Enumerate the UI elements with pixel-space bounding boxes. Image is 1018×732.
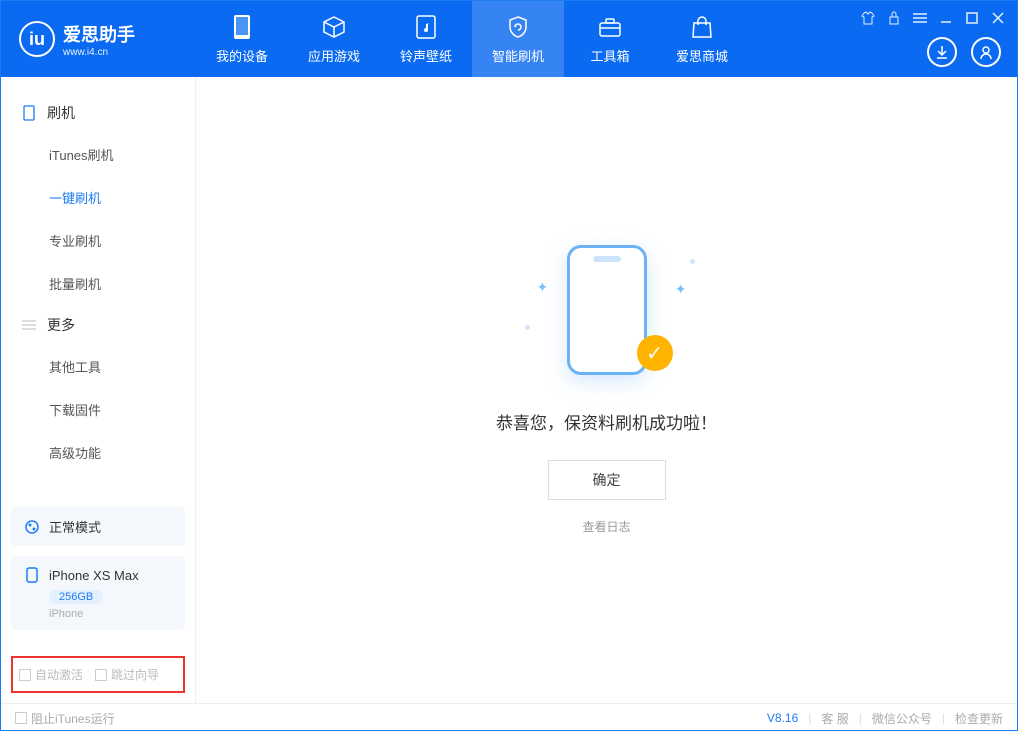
tab-toolbox[interactable]: 工具箱 [564,1,656,77]
cube-icon [321,14,347,40]
sidebar-item-batch-flash[interactable]: 批量刷机 [1,262,195,305]
user-button[interactable] [971,37,1001,67]
device-card[interactable]: iPhone XS Max 256GB iPhone [11,556,185,630]
toolbox-icon [597,14,623,40]
maximize-button[interactable] [963,9,981,27]
sidebar-item-onekey-flash[interactable]: 一键刷机 [1,176,195,219]
checkbox-auto-activate-label: 自动激活 [35,666,83,683]
window-controls [859,9,1007,27]
divider: | [859,711,862,725]
music-file-icon [413,14,439,40]
lock-icon[interactable] [885,9,903,27]
sidebar-group-flash-label: 刷机 [47,103,75,123]
sidebar: 刷机 iTunes刷机 一键刷机 专业刷机 批量刷机 更多 其他工具 下载固件 … [1,77,196,703]
device-type: iPhone [49,608,173,620]
sidebar-item-advanced[interactable]: 高级功能 [1,431,195,474]
phone-icon [229,14,255,40]
tab-store[interactable]: 爱思商城 [656,1,748,77]
success-message: 恭喜您，保资料刷机成功啦！ [496,409,717,434]
wechat-link[interactable]: 微信公众号 [872,710,932,727]
app-title: 爱思助手 [63,21,135,47]
divider: | [808,711,811,725]
checkbox-box-icon [19,669,31,681]
phone-illustration-icon [567,245,647,375]
sidebar-item-other-tools[interactable]: 其他工具 [1,345,195,388]
close-button[interactable] [989,9,1007,27]
checkbox-skip-guide[interactable]: 跳过向导 [95,666,159,683]
bag-icon [689,14,715,40]
device-storage-badge: 256GB [49,590,103,604]
tab-toolbox-label: 工具箱 [590,46,629,65]
tab-ringwall-label: 铃声壁纸 [400,46,452,65]
sidebar-item-itunes-flash[interactable]: iTunes刷机 [1,133,195,176]
sparkle-icon: ✦ [675,281,687,298]
checkbox-block-itunes-label: 阻止iTunes运行 [31,710,115,727]
phone-small-icon [23,566,41,584]
header-action-circles [927,37,1001,67]
tab-store-label: 爱思商城 [676,46,728,65]
tab-appgames[interactable]: 应用游戏 [288,1,380,77]
checkbox-auto-activate[interactable]: 自动激活 [19,666,83,683]
check-badge-icon: ✓ [637,335,673,371]
sidebar-group-more-label: 更多 [47,315,75,335]
tab-smartflash-label: 智能刷机 [492,46,544,65]
checkbox-box-icon [95,669,107,681]
tab-mydevice[interactable]: 我的设备 [196,1,288,77]
list-icon [21,317,37,333]
device-icon [21,105,37,121]
checkbox-box-icon [15,712,27,724]
check-update-link[interactable]: 检查更新 [955,710,1003,727]
shirt-icon[interactable] [859,9,877,27]
success-illustration: ✓ ✦ ✦ [547,245,667,385]
sidebar-group-flash: 刷机 [1,93,195,133]
version-label: V8.16 [767,711,798,725]
app-subtitle: www.i4.cn [63,47,135,58]
main-content: ✓ ✦ ✦ 恭喜您，保资料刷机成功啦！ 确定 查看日志 [196,77,1017,703]
tab-appgames-label: 应用游戏 [308,46,360,65]
support-link[interactable]: 客 服 [821,710,848,727]
dot-icon [690,259,695,264]
statusbar: 阻止iTunes运行 V8.16 | 客 服 | 微信公众号 | 检查更新 [1,703,1017,732]
sidebar-item-pro-flash[interactable]: 专业刷机 [1,219,195,262]
tab-smartflash[interactable]: 智能刷机 [472,1,564,77]
shield-refresh-icon [505,14,531,40]
status-icon [23,518,41,536]
sidebar-item-download-fw[interactable]: 下载固件 [1,388,195,431]
dot-icon [525,325,530,330]
logo-icon: iu [19,21,55,57]
view-log-link[interactable]: 查看日志 [582,518,630,535]
ok-button[interactable]: 确定 [548,460,666,500]
sidebar-group-more: 更多 [1,305,195,345]
highlighted-options: 自动激活 跳过向导 [11,656,185,693]
titlebar: iu 爱思助手 www.i4.cn 我的设备 应用游戏 铃声壁纸 智能刷机 工具… [1,1,1017,77]
main-tabs: 我的设备 应用游戏 铃声壁纸 智能刷机 工具箱 爱思商城 [196,1,748,77]
mode-card[interactable]: 正常模式 [11,507,185,546]
divider: | [942,711,945,725]
minimize-button[interactable] [937,9,955,27]
sparkle-icon: ✦ [537,279,549,296]
mode-label: 正常模式 [49,517,101,536]
device-name: iPhone XS Max [49,568,139,583]
app-logo: iu 爱思助手 www.i4.cn [1,21,196,58]
menu-icon[interactable] [911,9,929,27]
tab-mydevice-label: 我的设备 [216,46,268,65]
checkbox-block-itunes[interactable]: 阻止iTunes运行 [15,710,115,727]
download-button[interactable] [927,37,957,67]
tab-ringwall[interactable]: 铃声壁纸 [380,1,472,77]
checkbox-skip-guide-label: 跳过向导 [111,666,159,683]
